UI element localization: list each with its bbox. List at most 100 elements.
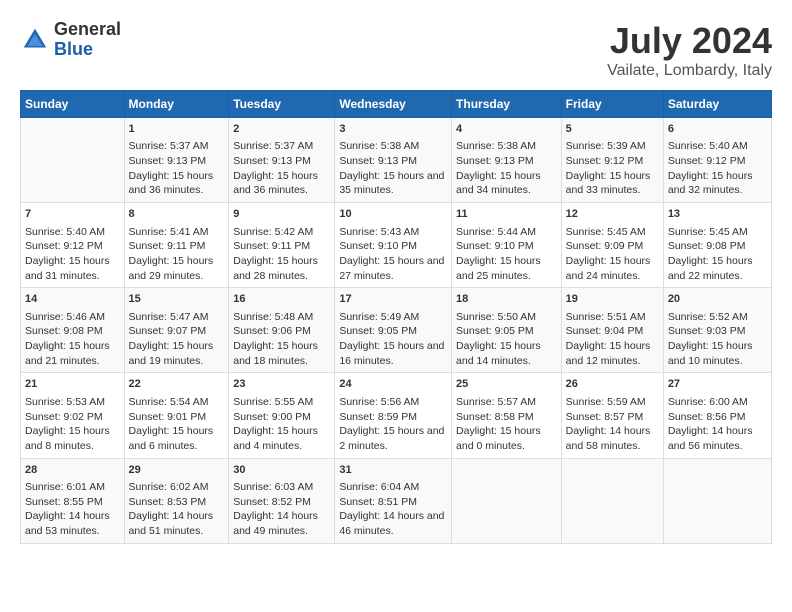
day-number: 27 [668,377,767,392]
sunset-text: Sunset: 9:06 PM [233,324,330,339]
title-area: July 2024 Vailate, Lombardy, Italy [607,20,772,80]
day-number: 18 [456,292,557,307]
sunset-text: Sunset: 9:03 PM [668,324,767,339]
logo: General Blue [20,20,121,60]
sunrise-text: Sunrise: 5:53 AM [25,395,120,410]
sunset-text: Sunset: 9:08 PM [25,324,120,339]
daylight-text: Daylight: 15 hours and 28 minutes. [233,254,330,283]
week-row-1: 1Sunrise: 5:37 AMSunset: 9:13 PMDaylight… [21,118,772,203]
daylight-text: Daylight: 14 hours and 49 minutes. [233,509,330,538]
page-subtitle: Vailate, Lombardy, Italy [607,62,772,80]
day-cell: 22Sunrise: 5:54 AMSunset: 9:01 PMDayligh… [124,373,229,458]
header-cell-saturday: Saturday [663,91,771,118]
daylight-text: Daylight: 15 hours and 19 minutes. [129,339,225,368]
sunrise-text: Sunrise: 5:40 AM [25,225,120,240]
daylight-text: Daylight: 15 hours and 4 minutes. [233,424,330,453]
day-number: 11 [456,207,557,222]
sunset-text: Sunset: 9:07 PM [129,324,225,339]
sunset-text: Sunset: 9:13 PM [233,154,330,169]
day-cell: 8Sunrise: 5:41 AMSunset: 9:11 PMDaylight… [124,203,229,288]
day-number: 29 [129,463,225,478]
sunrise-text: Sunrise: 5:40 AM [668,139,767,154]
day-cell: 12Sunrise: 5:45 AMSunset: 9:09 PMDayligh… [561,203,663,288]
daylight-text: Daylight: 15 hours and 33 minutes. [566,169,659,198]
daylight-text: Daylight: 15 hours and 14 minutes. [456,339,557,368]
day-cell [21,118,125,203]
sunrise-text: Sunrise: 5:37 AM [233,139,330,154]
header-cell-wednesday: Wednesday [335,91,452,118]
sunset-text: Sunset: 8:58 PM [456,410,557,425]
day-number: 7 [25,207,120,222]
sunrise-text: Sunrise: 6:03 AM [233,480,330,495]
sunrise-text: Sunrise: 6:04 AM [339,480,447,495]
day-cell: 23Sunrise: 5:55 AMSunset: 9:00 PMDayligh… [229,373,335,458]
sunrise-text: Sunrise: 5:44 AM [456,225,557,240]
day-cell: 7Sunrise: 5:40 AMSunset: 9:12 PMDaylight… [21,203,125,288]
day-number: 2 [233,122,330,137]
day-number: 26 [566,377,659,392]
daylight-text: Daylight: 15 hours and 34 minutes. [456,169,557,198]
day-number: 1 [129,122,225,137]
day-cell: 26Sunrise: 5:59 AMSunset: 8:57 PMDayligh… [561,373,663,458]
sunrise-text: Sunrise: 5:45 AM [566,225,659,240]
daylight-text: Daylight: 15 hours and 21 minutes. [25,339,120,368]
sunset-text: Sunset: 9:12 PM [566,154,659,169]
day-cell: 31Sunrise: 6:04 AMSunset: 8:51 PMDayligh… [335,458,452,543]
day-number: 15 [129,292,225,307]
sunset-text: Sunset: 9:08 PM [668,239,767,254]
sunrise-text: Sunrise: 5:52 AM [668,310,767,325]
sunrise-text: Sunrise: 6:02 AM [129,480,225,495]
day-number: 31 [339,463,447,478]
day-cell: 27Sunrise: 6:00 AMSunset: 8:56 PMDayligh… [663,373,771,458]
day-number: 30 [233,463,330,478]
day-cell: 13Sunrise: 5:45 AMSunset: 9:08 PMDayligh… [663,203,771,288]
sunset-text: Sunset: 8:59 PM [339,410,447,425]
day-cell: 1Sunrise: 5:37 AMSunset: 9:13 PMDaylight… [124,118,229,203]
day-number: 13 [668,207,767,222]
daylight-text: Daylight: 15 hours and 18 minutes. [233,339,330,368]
daylight-text: Daylight: 15 hours and 0 minutes. [456,424,557,453]
daylight-text: Daylight: 15 hours and 36 minutes. [129,169,225,198]
logo-icon [20,25,50,55]
daylight-text: Daylight: 14 hours and 56 minutes. [668,424,767,453]
sunset-text: Sunset: 8:51 PM [339,495,447,510]
daylight-text: Daylight: 15 hours and 32 minutes. [668,169,767,198]
header-cell-sunday: Sunday [21,91,125,118]
sunset-text: Sunset: 8:53 PM [129,495,225,510]
day-cell: 28Sunrise: 6:01 AMSunset: 8:55 PMDayligh… [21,458,125,543]
day-cell: 16Sunrise: 5:48 AMSunset: 9:06 PMDayligh… [229,288,335,373]
daylight-text: Daylight: 15 hours and 31 minutes. [25,254,120,283]
daylight-text: Daylight: 15 hours and 24 minutes. [566,254,659,283]
day-cell: 2 Sunrise: 5:37 AMSunset: 9:13 PMDaylight… [229,118,335,203]
day-number: 24 [339,377,447,392]
sunrise-text: Sunrise: 5:43 AM [339,225,447,240]
day-number: 5 [566,122,659,137]
week-row-4: 21Sunrise: 5:53 AMSunset: 9:02 PMDayligh… [21,373,772,458]
day-cell: 18Sunrise: 5:50 AMSunset: 9:05 PMDayligh… [452,288,562,373]
day-cell: 6Sunrise: 5:40 AMSunset: 9:12 PMDaylight… [663,118,771,203]
day-cell: 15Sunrise: 5:47 AMSunset: 9:07 PMDayligh… [124,288,229,373]
day-cell: 4Sunrise: 5:38 AMSunset: 9:13 PMDaylight… [452,118,562,203]
day-number: 16 [233,292,330,307]
day-cell: 10Sunrise: 5:43 AMSunset: 9:10 PMDayligh… [335,203,452,288]
sunrise-text: Sunrise: 5:38 AM [456,139,557,154]
day-cell [452,458,562,543]
day-number: 14 [25,292,120,307]
day-number: 19 [566,292,659,307]
sunrise-text: Sunrise: 5:57 AM [456,395,557,410]
daylight-text: Daylight: 14 hours and 58 minutes. [566,424,659,453]
header-cell-friday: Friday [561,91,663,118]
daylight-text: Daylight: 15 hours and 2 minutes. [339,424,447,453]
day-cell: 24Sunrise: 5:56 AMSunset: 8:59 PMDayligh… [335,373,452,458]
daylight-text: Daylight: 15 hours and 36 minutes. [233,169,330,198]
day-cell: 19Sunrise: 5:51 AMSunset: 9:04 PMDayligh… [561,288,663,373]
sunset-text: Sunset: 9:02 PM [25,410,120,425]
week-row-2: 7Sunrise: 5:40 AMSunset: 9:12 PMDaylight… [21,203,772,288]
sunset-text: Sunset: 9:00 PM [233,410,330,425]
sunset-text: Sunset: 9:13 PM [456,154,557,169]
day-number: 25 [456,377,557,392]
day-cell: 9Sunrise: 5:42 AMSunset: 9:11 PMDaylight… [229,203,335,288]
sunrise-text: Sunrise: 5:38 AM [339,139,447,154]
day-cell: 11Sunrise: 5:44 AMSunset: 9:10 PMDayligh… [452,203,562,288]
header: General Blue July 2024 Vailate, Lombardy… [20,20,772,80]
